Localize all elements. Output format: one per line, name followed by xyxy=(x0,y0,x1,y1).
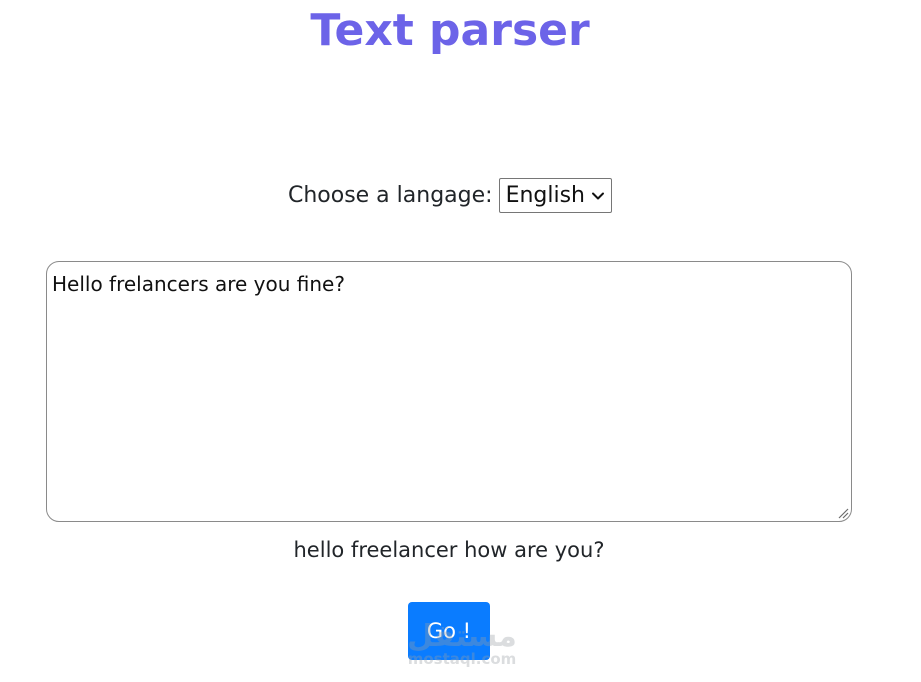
language-select[interactable]: English xyxy=(498,178,613,213)
resize-handle-icon[interactable] xyxy=(837,507,849,519)
page-title: Text parser xyxy=(310,5,590,56)
page: Text parser Choose a langage: English He… xyxy=(0,0,921,682)
chevron-down-icon xyxy=(592,192,605,199)
go-button[interactable]: Go ! xyxy=(408,602,490,660)
language-selected-value: English xyxy=(505,182,586,208)
text-input-value: Hello frelancers are you fine? xyxy=(52,272,345,296)
text-input-area[interactable]: Hello frelancers are you fine? xyxy=(46,261,852,522)
language-label: Choose a langage: xyxy=(287,182,493,208)
parsed-result-text: hello freelancer how are you? xyxy=(293,538,605,562)
language-row: Choose a langage: English xyxy=(0,178,900,213)
